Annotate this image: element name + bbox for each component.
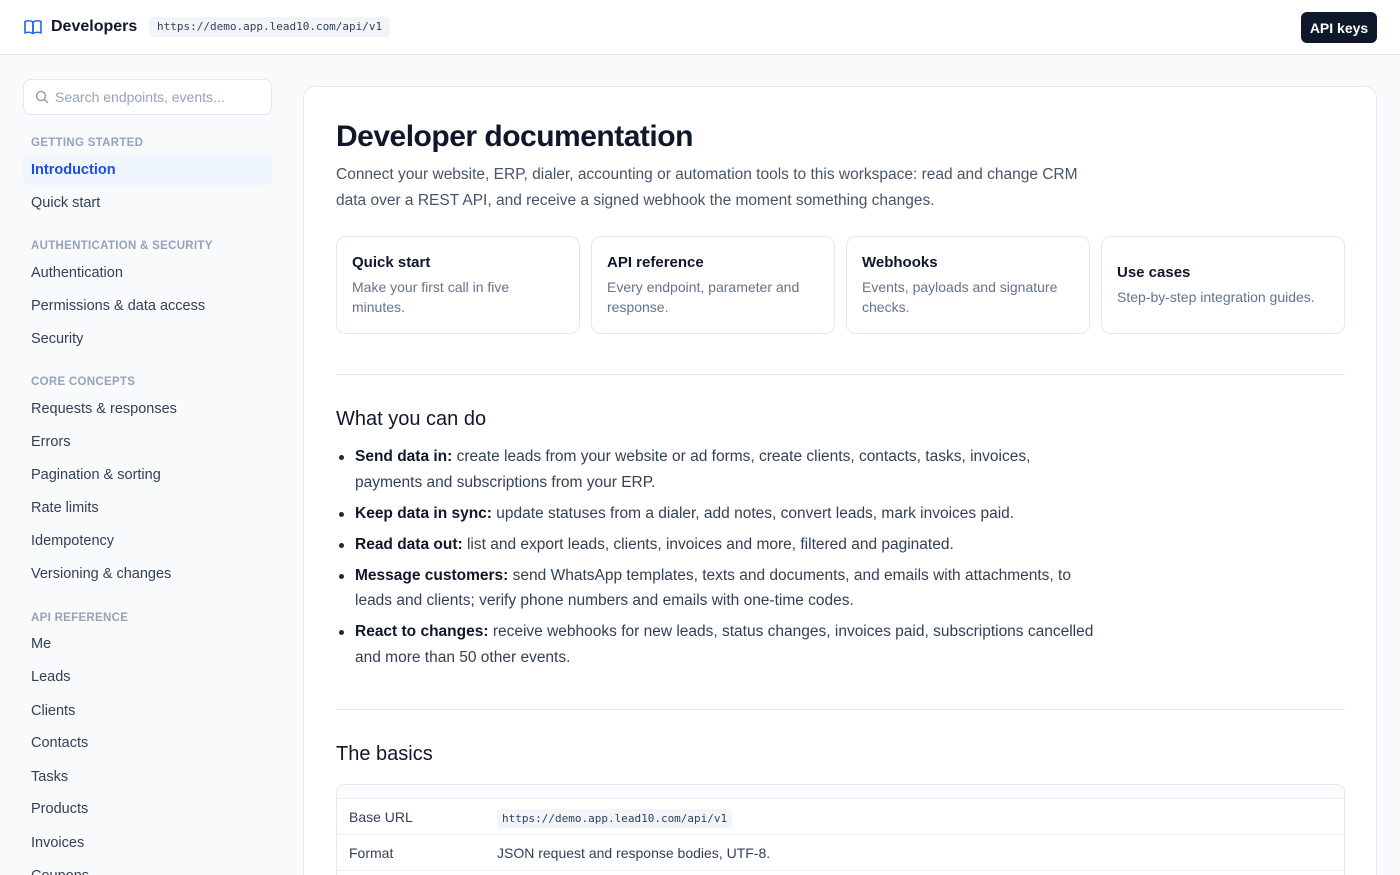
sidebar-item-quick-start[interactable]: Quick start — [23, 188, 272, 218]
sidebar-item-idempotency[interactable]: Idempotency — [23, 526, 272, 556]
card-title: Webhooks — [862, 253, 938, 271]
item-label: Send data in: — [355, 448, 453, 465]
row-key: Format — [349, 845, 394, 861]
card-description: Make your first call in five minutes. — [352, 278, 510, 315]
search-box[interactable] — [23, 79, 272, 115]
sidebar-item-me[interactable]: Me — [23, 629, 272, 659]
list-item: Keep data in sync: update statuses from … — [336, 501, 1096, 527]
card-webhooks[interactable]: Webhooks Events, payloads and signature … — [846, 236, 1090, 334]
row-value: JSON request and response bodies, UTF-8. — [497, 845, 771, 861]
section-divider — [336, 709, 1345, 710]
sidebar-item-pagination-sorting[interactable]: Pagination & sorting — [23, 460, 272, 490]
card-title: Use cases — [1117, 263, 1191, 281]
item-label: Message customers: — [355, 566, 509, 584]
base-url-code: https://demo.app.lead10.com/api/v1 — [497, 809, 733, 828]
section-heading-the-basics: The basics — [336, 743, 433, 765]
card-description: Step-by-step integration guides. — [1117, 288, 1315, 305]
sidebar-item-clients[interactable]: Clients — [23, 696, 272, 726]
sidebar-item-errors[interactable]: Errors — [23, 427, 272, 457]
sidebar-item-requests-responses[interactable]: Requests & responses — [23, 394, 272, 424]
table-header-strip — [337, 785, 1344, 799]
card-description: Every endpoint, parameter and response. — [607, 278, 800, 315]
item-text: update statuses from a dialer, add notes… — [491, 504, 1015, 522]
sidebar-item-contacts[interactable]: Contacts — [23, 728, 272, 758]
sidebar-item-permissions[interactable]: Permissions & data access — [23, 291, 272, 321]
section-title-authentication-security: AUTHENTICATION & SECURITY — [31, 240, 213, 252]
card-description: Events, payloads and signature checks. — [862, 278, 1058, 315]
brand-title[interactable]: Developers — [51, 18, 137, 36]
sidebar-item-rate-limits[interactable]: Rate limits — [23, 493, 272, 523]
row-value: https://demo.app.lead10.com/api/v1 — [497, 799, 733, 837]
main-content: Developer documentation Connect your web… — [303, 86, 1377, 875]
row-key: Base URL — [349, 809, 413, 825]
section-title-api-reference: API REFERENCE — [31, 612, 129, 624]
card-quick-start[interactable]: Quick start Make your first call in five… — [336, 236, 580, 334]
card-title: API reference — [607, 253, 704, 271]
section-divider — [336, 374, 1345, 375]
api-keys-button[interactable]: API keys — [1301, 12, 1377, 43]
section-heading-what-you-can-do: What you can do — [336, 408, 487, 430]
item-text: create leads from your website or ad for… — [355, 448, 1031, 491]
sidebar-item-authentication[interactable]: Authentication — [23, 258, 272, 288]
book-icon — [24, 20, 42, 35]
section-title-core-concepts: CORE CONCEPTS — [31, 376, 136, 388]
search-icon — [35, 90, 49, 104]
search-input[interactable] — [55, 86, 260, 108]
sidebar-item-invoices[interactable]: Invoices — [23, 828, 272, 858]
item-label: React to changes: — [355, 623, 489, 640]
sidebar-item-coupons[interactable]: Coupons — [23, 861, 272, 875]
list-item: Read data out: list and export leads, cl… — [336, 532, 1096, 558]
item-text: list and export leads, clients, invoices… — [462, 535, 954, 553]
sidebar-item-leads[interactable]: Leads — [23, 662, 272, 692]
card-use-cases[interactable]: Use cases Step-by-step integration guide… — [1101, 236, 1345, 334]
sidebar-item-introduction[interactable]: Introduction — [23, 155, 272, 185]
sidebar-item-tasks[interactable]: Tasks — [23, 762, 272, 792]
item-label: Keep data in sync: — [355, 504, 492, 522]
table-row: Base URL https://demo.app.lead10.com/api… — [337, 799, 1344, 835]
top-bar: Developers https://demo.app.lead10.com/a… — [0, 0, 1400, 55]
table-row: Format JSON request and response bodies,… — [337, 835, 1344, 871]
capabilities-list: Send data in: create leads from your web… — [336, 444, 1096, 676]
card-api-reference[interactable]: API reference Every endpoint, parameter … — [591, 236, 835, 334]
item-label: Read data out: — [355, 535, 463, 553]
sidebar: GETTING STARTED Introduction Quick start… — [0, 56, 290, 875]
card-title: Quick start — [352, 253, 431, 271]
sidebar-item-versioning[interactable]: Versioning & changes — [23, 559, 272, 589]
list-item: React to changes: receive webhooks for n… — [336, 619, 1096, 670]
list-item: Send data in: create leads from your web… — [336, 444, 1096, 495]
page-title: Developer documentation — [336, 120, 693, 153]
sidebar-item-security[interactable]: Security — [23, 324, 272, 354]
basics-table: Base URL https://demo.app.lead10.com/api… — [336, 784, 1345, 875]
base-url-badge: https://demo.app.lead10.com/api/v1 — [149, 17, 391, 37]
sidebar-item-products[interactable]: Products — [23, 794, 272, 824]
list-item: Message customers: send WhatsApp templat… — [336, 563, 1096, 614]
section-title-getting-started: GETTING STARTED — [31, 137, 144, 149]
intro-paragraph: Connect your website, ERP, dialer, accou… — [336, 166, 1078, 209]
